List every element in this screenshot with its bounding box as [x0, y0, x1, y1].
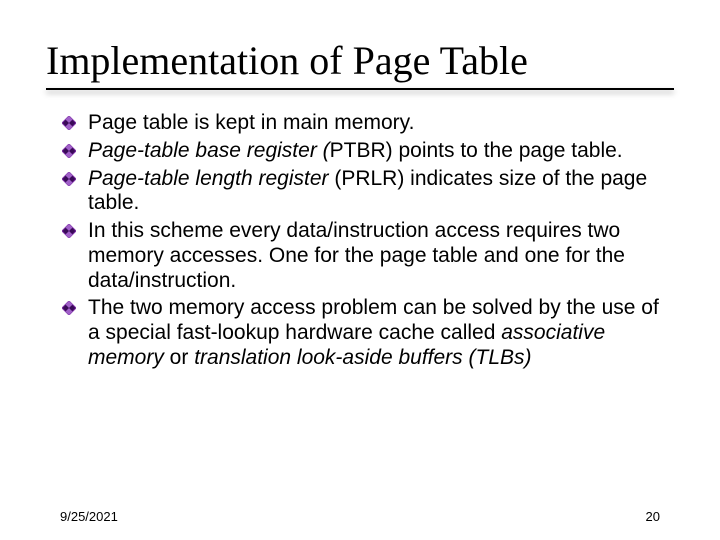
footer: 9/25/2021 20	[60, 509, 660, 524]
diamond-bullet-icon	[62, 301, 76, 315]
slide-title: Implementation of Page Table	[46, 40, 674, 82]
diamond-bullet-icon	[62, 144, 76, 158]
footer-date: 9/25/2021	[60, 509, 118, 524]
title-underline	[46, 88, 674, 90]
diamond-bullet-icon	[62, 116, 76, 130]
bullet-text: The two memory access problem can be sol…	[88, 296, 659, 369]
bullet-text: Page table is kept in main memory.	[88, 111, 414, 134]
diamond-bullet-icon	[62, 172, 76, 186]
bullet-list: Page table is kept in main memory. Page-…	[0, 96, 720, 371]
footer-page: 20	[646, 509, 660, 524]
bullet-item: In this scheme every data/instruction ac…	[88, 219, 664, 293]
diamond-bullet-icon	[62, 224, 76, 238]
bullet-text: Page-table length register (PRLR) indica…	[88, 167, 647, 215]
bullet-text: In this scheme every data/instruction ac…	[88, 219, 625, 292]
bullet-item: Page-table length register (PRLR) indica…	[88, 167, 664, 217]
bullet-item: Page-table base register (PTBR) points t…	[88, 139, 664, 164]
bullet-item: Page table is kept in main memory.	[88, 111, 664, 136]
slide: Implementation of Page Table Page table …	[0, 0, 720, 540]
bullet-text: Page-table base register (PTBR) points t…	[88, 139, 623, 162]
bullet-item: The two memory access problem can be sol…	[88, 296, 664, 370]
title-area: Implementation of Page Table	[0, 0, 720, 96]
